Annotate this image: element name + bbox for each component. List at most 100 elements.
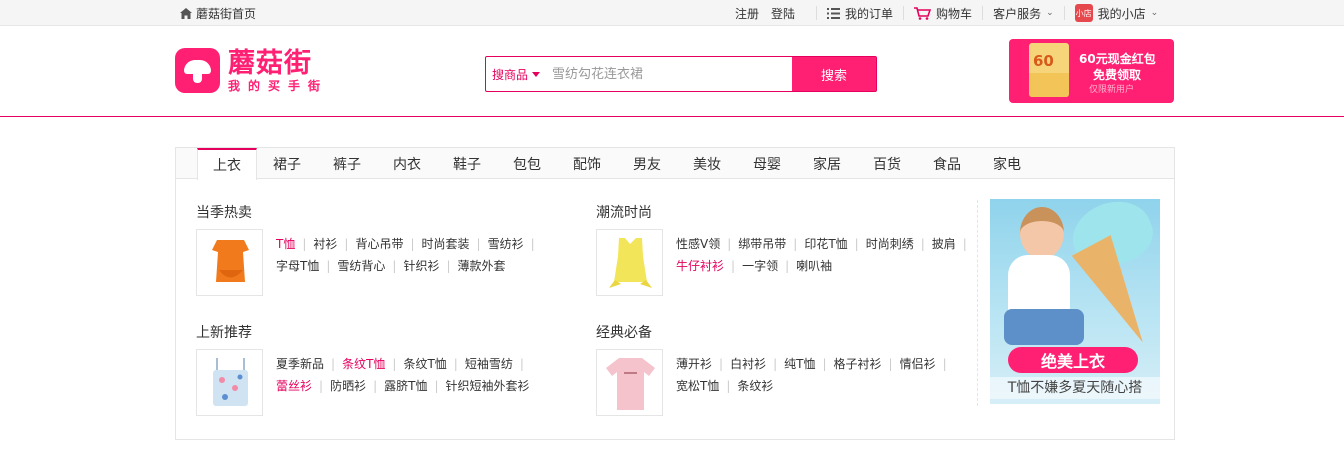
category-link[interactable]: 牛仔衬衫 [676, 259, 724, 273]
model-image [1020, 207, 1064, 259]
shop-badge-icon: 小店 [1074, 4, 1093, 22]
category-link[interactable]: 绑带吊带 [738, 237, 786, 251]
login-link[interactable]: 登陆 [771, 5, 795, 22]
category-link[interactable]: 防晒衫 [330, 379, 366, 393]
search-type-label: 搜商品 [491, 67, 528, 82]
category-link[interactable]: 雪纺背心 [337, 259, 385, 273]
tab-tops[interactable]: 上衣 [197, 148, 257, 180]
tab-underwear[interactable]: 内衣 [377, 148, 437, 179]
caret-down-icon [532, 71, 540, 77]
cart-icon [914, 6, 932, 20]
yellow-top-image[interactable] [596, 229, 663, 296]
category-link[interactable]: 夏季新品 [276, 357, 324, 371]
top-nav: 注册 登陆 我的订单 购物车 客户服务 ⌄ 小店 我的小店 ⌄ [735, 4, 1159, 22]
category-link[interactable]: 宽松T恤 [676, 379, 719, 393]
link-separator: | [446, 259, 451, 273]
category-link[interactable]: 短袖雪纺 [465, 357, 513, 371]
category-link[interactable]: 雪纺衫 [488, 237, 524, 251]
link-separator: | [888, 357, 893, 371]
tab-goods[interactable]: 百货 [857, 148, 917, 179]
category-group: 潮流时尚 性感V领 | 绑带吊带 | 印花T恤 | 时尚刺绣 | 披肩 | 牛仔衬衫 | 一字领 | 喇叭袖 [596, 202, 967, 296]
category-link[interactable]: 衬衫 [313, 237, 337, 251]
logo[interactable]: 蘑菇街 我的买手街 [175, 48, 328, 93]
search-button[interactable]: 搜索 [792, 57, 876, 91]
orders-link[interactable]: 我的订单 [827, 5, 893, 22]
list-icon [827, 7, 841, 19]
pink-tee-image[interactable] [596, 349, 663, 416]
search-bar: 搜商品 搜索 [485, 56, 877, 92]
category-link[interactable]: 针织衫 [403, 259, 439, 273]
my-shop-menu[interactable]: 小店 我的小店 ⌄ [1074, 4, 1159, 22]
category-link[interactable]: 背心吊带 [355, 237, 403, 251]
link-separator: | [326, 259, 331, 273]
home-link[interactable]: 蘑菇街首页 [180, 5, 256, 22]
category-link[interactable]: 时尚套装 [422, 237, 470, 251]
floral-cami-image[interactable] [196, 349, 263, 416]
link-separator: | [519, 357, 524, 371]
category-link[interactable]: 露脐T恤 [384, 379, 427, 393]
link-separator: | [331, 357, 336, 371]
cart-link[interactable]: 购物车 [914, 5, 972, 22]
link-separator: | [793, 237, 798, 251]
category-link[interactable]: 字母T恤 [276, 259, 319, 273]
category-link[interactable]: 条纹T恤 [403, 357, 446, 371]
tab-home[interactable]: 家居 [797, 148, 857, 179]
tab-shoes[interactable]: 鞋子 [437, 148, 497, 179]
group-links: 夏季新品 | 条纹T恤 | 条纹T恤 | 短袖雪纺 | 蕾丝衫 | 防晒衫 | 露脐T恤 | 针织短袖外套衫 [276, 353, 576, 397]
tab-pants[interactable]: 裤子 [317, 148, 377, 179]
category-link[interactable]: 喇叭袖 [796, 259, 832, 273]
promo-amount: 60 [1033, 52, 1054, 70]
category-link[interactable]: 条纹衫 [737, 379, 773, 393]
register-link[interactable]: 注册 [735, 5, 759, 22]
tab-skirts[interactable]: 裙子 [257, 148, 317, 179]
chevron-down-icon: ⌄ [1150, 8, 1159, 18]
promo-note: 仅限新用户 [1089, 85, 1135, 95]
link-separator: | [453, 357, 458, 371]
category-link[interactable]: 蕾丝衫 [276, 379, 312, 393]
category-link[interactable]: 白衬衫 [730, 357, 766, 371]
banner-title: 绝美上衣 [1008, 347, 1138, 373]
divider [903, 6, 905, 20]
link-separator: | [476, 237, 481, 251]
service-label: 客户服务 [993, 6, 1042, 21]
category-link[interactable]: 情侣衫 [900, 357, 936, 371]
category-link[interactable]: 印花T恤 [804, 237, 847, 251]
category-link[interactable]: 针织短袖外套衫 [446, 379, 530, 393]
search-input[interactable] [546, 57, 792, 91]
logo-text: 蘑菇街 [228, 47, 312, 79]
orange-top-image[interactable] [196, 229, 263, 296]
category-link[interactable]: 时尚刺绣 [866, 237, 914, 251]
tab-bags[interactable]: 包包 [497, 148, 557, 179]
tab-baby[interactable]: 母婴 [737, 148, 797, 179]
group-title: 潮流时尚 [596, 205, 652, 221]
group-title: 经典必备 [596, 325, 652, 341]
category-link[interactable]: 披肩 [932, 237, 956, 251]
group-title: 当季热卖 [196, 205, 252, 221]
category-link[interactable]: 格子衬衫 [834, 357, 882, 371]
link-separator: | [854, 237, 859, 251]
category-link[interactable]: 性感V领 [676, 237, 720, 251]
link-separator: | [920, 237, 925, 251]
category-link[interactable]: 薄开衫 [676, 357, 712, 371]
orders-label: 我的订单 [845, 6, 894, 21]
link-separator: | [373, 379, 378, 393]
promo-title: 60元现金红包 [1079, 52, 1156, 66]
tops-promo-banner[interactable]: 绝美上衣 T恤不嫌多夏天随心搭 [990, 199, 1160, 404]
site-header: 蘑菇街 我的买手街 搜商品 搜索 60 60元现金红包 免费领取 仅限新用户 [0, 26, 1344, 117]
red-packet-promo[interactable]: 60 60元现金红包 免费领取 仅限新用户 [1009, 39, 1174, 103]
tab-menswear[interactable]: 男友 [617, 148, 677, 179]
category-link[interactable]: 纯T恤 [784, 357, 815, 371]
category-link[interactable]: T恤 [276, 237, 295, 251]
search-type-dropdown[interactable]: 搜商品 [486, 57, 546, 91]
category-link[interactable]: 薄款外套 [458, 259, 506, 273]
category-link[interactable]: 条纹T恤 [342, 357, 385, 371]
customer-service-menu[interactable]: 客户服务 ⌄ [993, 5, 1054, 22]
tab-appliances[interactable]: 家电 [977, 148, 1037, 179]
link-separator: | [392, 357, 397, 371]
divider [982, 6, 984, 20]
tab-beauty[interactable]: 美妆 [677, 148, 737, 179]
tab-accessories[interactable]: 配饰 [557, 148, 617, 179]
group-title: 上新推荐 [196, 325, 252, 341]
tab-food[interactable]: 食品 [917, 148, 977, 179]
category-link[interactable]: 一字领 [742, 259, 778, 273]
